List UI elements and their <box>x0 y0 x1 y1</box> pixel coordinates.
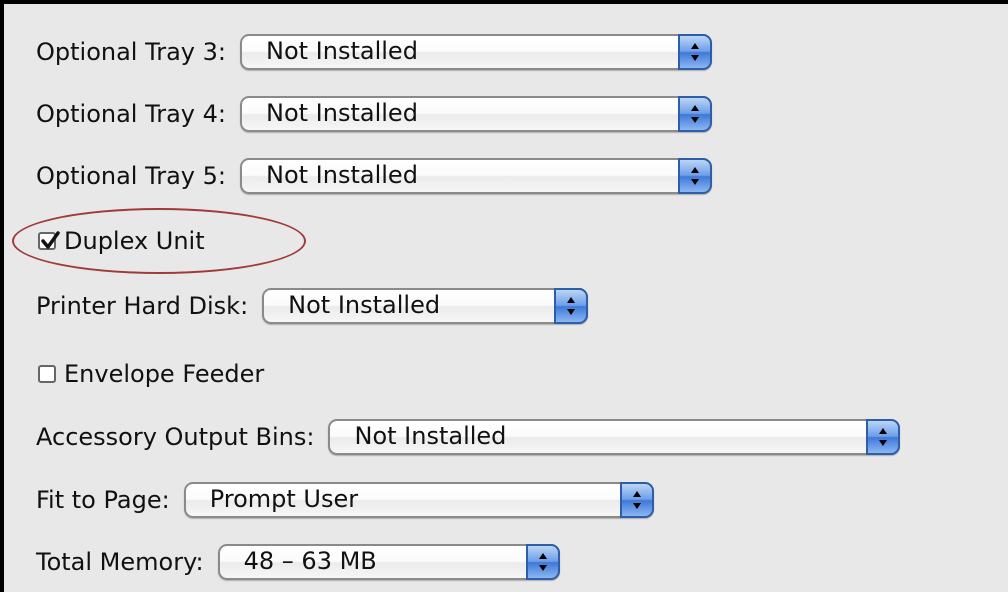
total-memory-label: Total Memory: <box>36 548 204 576</box>
printer-hard-disk-popup[interactable]: Not Installed <box>262 288 589 324</box>
fit-to-page-value: Prompt User <box>209 485 359 513</box>
fit-to-page-popup[interactable]: Prompt User <box>183 482 654 518</box>
envelope-feeder-checkbox[interactable] <box>38 365 56 383</box>
duplex-unit-checkbox[interactable] <box>38 231 60 250</box>
optional-tray-3-value: Not Installed <box>266 37 418 65</box>
row-optional-tray-4: Optional Tray 4: Not Installed <box>36 94 712 134</box>
up-down-arrows-icon <box>619 482 654 518</box>
optional-tray-5-label: Optional Tray 5: <box>36 162 226 190</box>
up-down-arrows-icon <box>525 544 560 580</box>
optional-tray-3-popup[interactable]: Not Installed <box>240 34 712 70</box>
printer-hard-disk-value: Not Installed <box>288 291 441 319</box>
optional-tray-4-popup[interactable]: Not Installed <box>240 96 712 132</box>
row-optional-tray-3: Optional Tray 3: Not Installed <box>36 32 712 72</box>
row-fit-to-page: Fit to Page: Prompt User <box>36 480 654 520</box>
checkmark-icon <box>41 231 60 249</box>
up-down-arrows-icon <box>678 96 712 132</box>
row-total-memory: Total Memory: 48 – 63 MB <box>36 542 560 582</box>
up-down-arrows-icon <box>866 419 901 455</box>
row-optional-tray-5: Optional Tray 5: Not Installed <box>36 156 712 196</box>
fit-to-page-label: Fit to Page: <box>36 486 170 514</box>
accessory-output-bins-value: Not Installed <box>354 422 507 450</box>
optional-tray-3-label: Optional Tray 3: <box>36 38 226 66</box>
up-down-arrows-icon <box>554 288 589 324</box>
total-memory-value: 48 – 63 MB <box>243 547 377 575</box>
printer-hard-disk-label: Printer Hard Disk: <box>36 292 249 320</box>
total-memory-popup[interactable]: 48 – 63 MB <box>217 544 560 580</box>
duplex-unit-label: Duplex Unit <box>64 227 205 255</box>
row-printer-hard-disk: Printer Hard Disk: Not Installed <box>36 286 589 326</box>
envelope-feeder-label: Envelope Feeder <box>64 360 265 388</box>
optional-tray-5-value: Not Installed <box>266 161 418 189</box>
duplex-unit-checkbox-row[interactable]: Duplex Unit <box>38 221 205 261</box>
up-down-arrows-icon <box>678 34 712 70</box>
accessory-output-bins-popup[interactable]: Not Installed <box>328 419 901 455</box>
up-down-arrows-icon <box>678 158 712 194</box>
optional-tray-4-label: Optional Tray 4: <box>36 100 226 128</box>
row-accessory-output-bins: Accessory Output Bins: Not Installed <box>36 417 901 457</box>
optional-tray-5-popup[interactable]: Not Installed <box>240 158 712 194</box>
accessory-output-bins-label: Accessory Output Bins: <box>36 423 315 451</box>
envelope-feeder-checkbox-row[interactable]: Envelope Feeder <box>38 354 264 394</box>
optional-tray-4-value: Not Installed <box>266 99 418 127</box>
